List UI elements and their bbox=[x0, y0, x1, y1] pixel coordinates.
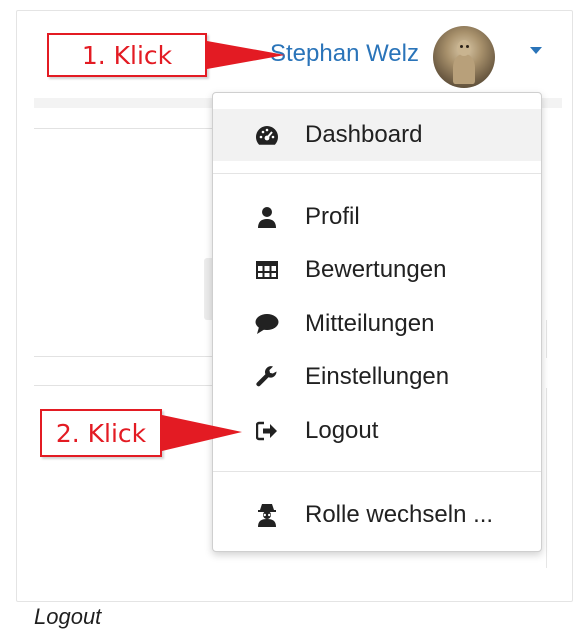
menu-item-dashboard[interactable]: Dashboard bbox=[213, 109, 541, 161]
menu-item-label: Bewertungen bbox=[305, 256, 447, 283]
sign-out-icon bbox=[255, 419, 279, 443]
annotation-label: 2. Klick bbox=[55, 418, 147, 448]
dashboard-icon bbox=[255, 123, 279, 147]
content-divider bbox=[34, 356, 212, 357]
content-divider bbox=[34, 385, 212, 386]
content-divider bbox=[546, 320, 547, 358]
menu-item-label: Mitteilungen bbox=[305, 310, 435, 337]
menu-divider bbox=[213, 471, 541, 472]
user-secret-icon bbox=[255, 503, 279, 527]
menu-item-label: Dashboard bbox=[305, 121, 423, 148]
avatar-figure bbox=[453, 54, 475, 84]
menu-divider bbox=[213, 173, 541, 174]
annotation-arrow-1 bbox=[207, 41, 285, 69]
avatar[interactable] bbox=[433, 26, 495, 88]
content-divider bbox=[546, 388, 547, 568]
annotation-label: 1. Klick bbox=[81, 40, 173, 70]
menu-item-label: Rolle wechseln ... bbox=[305, 501, 494, 528]
avatar-figure bbox=[466, 45, 469, 48]
menu-item-label: Einstellungen bbox=[305, 363, 450, 390]
user-dropdown-menu: Dashboard Profil Bewertungen Mitteilunge… bbox=[212, 92, 542, 552]
menu-item-label: Logout bbox=[305, 417, 379, 444]
content-divider bbox=[34, 128, 212, 129]
menu-item-mitteilungen[interactable]: Mitteilungen bbox=[213, 298, 541, 350]
user-menu-name[interactable]: Stephan Welz bbox=[270, 40, 419, 68]
menu-item-logout[interactable]: Logout bbox=[213, 405, 541, 457]
user-icon bbox=[255, 205, 279, 229]
wrench-icon bbox=[255, 365, 279, 389]
menu-item-label: Profil bbox=[305, 203, 360, 230]
annotation-callout-2: 2. Klick bbox=[40, 409, 162, 457]
figure-caption: Logout bbox=[34, 604, 102, 629]
comment-icon bbox=[255, 312, 279, 336]
chevron-down-icon[interactable] bbox=[530, 47, 542, 54]
avatar-figure bbox=[457, 40, 471, 56]
menu-item-rolle-wechseln[interactable]: Rolle wechseln ... bbox=[213, 489, 541, 541]
table-icon bbox=[255, 258, 279, 282]
annotation-callout-1: 1. Klick bbox=[47, 33, 207, 77]
menu-item-profil[interactable]: Profil bbox=[213, 191, 541, 243]
menu-item-einstellungen[interactable]: Einstellungen bbox=[213, 351, 541, 403]
annotation-arrow-2 bbox=[162, 415, 242, 451]
menu-item-bewertungen[interactable]: Bewertungen bbox=[213, 244, 541, 296]
avatar-figure bbox=[460, 45, 463, 48]
